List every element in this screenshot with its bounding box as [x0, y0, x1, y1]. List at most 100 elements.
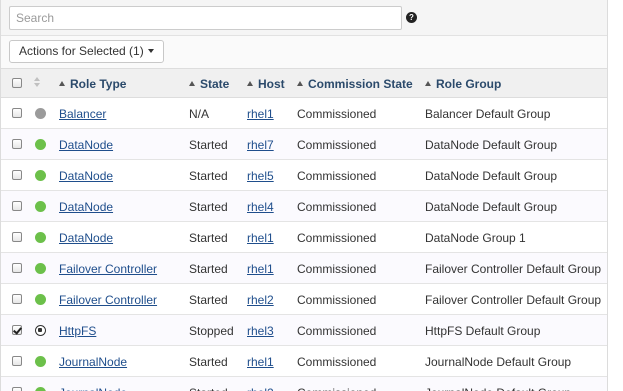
column-header-label: Role Type [70, 77, 127, 91]
actions-for-selected-label: Actions for Selected (1) [19, 44, 144, 58]
good-health-icon [35, 201, 46, 212]
role-group: JournalNode Default Group [425, 355, 572, 369]
role-group: DataNode Default Group [425, 169, 558, 183]
column-header-label: Commission State [308, 77, 413, 91]
role-group: JournalNode Default Group [425, 386, 571, 391]
row-checkbox[interactable] [12, 139, 22, 149]
host-link[interactable]: rhel2 [247, 293, 274, 307]
column-header-state[interactable]: State [189, 77, 229, 91]
role-state: Stopped [189, 324, 234, 338]
commission-state: Commissioned [297, 169, 377, 183]
commission-state: Commissioned [297, 355, 377, 369]
table-row: HttpFS Stopped rhel3 Commissioned HttpFS Def… [1, 315, 607, 346]
row-checkbox[interactable] [12, 108, 22, 118]
commission-state: Commissioned [297, 231, 377, 245]
commission-state: Commissioned [297, 324, 377, 338]
good-health-icon [35, 232, 46, 243]
role-type-link[interactable]: JournalNode [59, 386, 127, 391]
commission-state: Commissioned [297, 200, 377, 214]
table-row: DataNode Started rhel5 Commissioned DataNode… [1, 160, 607, 191]
host-link[interactable]: rhel3 [247, 324, 274, 338]
row-checkbox[interactable] [12, 356, 22, 366]
select-all-checkbox[interactable] [12, 78, 22, 88]
commission-state: Commissioned [297, 107, 377, 121]
role-type-link[interactable]: Failover Controller [59, 262, 157, 276]
column-header-role-type[interactable]: Role Type [59, 77, 126, 91]
actions-for-selected-button[interactable]: Actions for Selected (1) [9, 40, 164, 63]
column-header-commission-state[interactable]: Commission State [297, 77, 413, 91]
table-row: DataNode Started rhel4 Commissioned DataNode… [1, 191, 607, 222]
commission-state: Commissioned [297, 138, 377, 152]
status-sort-icon[interactable] [34, 77, 40, 87]
good-health-icon [35, 387, 46, 391]
sort-icon [297, 80, 303, 86]
column-header-label: Role Group [436, 77, 502, 91]
column-header-role-group[interactable]: Role Group [425, 77, 501, 91]
column-header-label: State [200, 77, 230, 91]
host-link[interactable]: rhel7 [247, 138, 274, 152]
actions-bar: Actions for Selected (1) [1, 36, 607, 68]
unknown-health-icon [35, 108, 46, 119]
role-type-link[interactable]: DataNode [59, 200, 113, 214]
good-health-icon [35, 294, 46, 305]
row-checkbox[interactable] [12, 263, 22, 273]
row-checkbox[interactable] [12, 325, 22, 335]
role-type-link[interactable]: DataNode [59, 169, 113, 183]
host-link[interactable]: rhel1 [247, 231, 274, 245]
caret-down-icon [147, 48, 154, 53]
host-link[interactable]: rhel5 [247, 169, 274, 183]
role-state: Started [189, 355, 228, 369]
search-bar: ? [1, 0, 607, 36]
sort-icon [59, 80, 65, 86]
column-header-host[interactable]: Host [247, 77, 285, 91]
host-link[interactable]: rhel1 [247, 262, 274, 276]
row-checkbox[interactable] [12, 232, 22, 242]
good-health-icon [35, 356, 46, 367]
role-state: Started [189, 293, 228, 307]
table-row: JournalNode Started rhel2 Commissioned Journ… [1, 377, 607, 391]
role-type-link[interactable]: DataNode [59, 231, 113, 245]
search-input[interactable] [9, 6, 402, 30]
sort-icon [425, 80, 431, 86]
role-state: Started [189, 231, 228, 245]
role-state: Started [189, 138, 228, 152]
help-icon[interactable]: ? [406, 12, 417, 23]
table-row: JournalNode Started rhel1 Commissioned Journ… [1, 346, 607, 377]
role-state: Started [189, 386, 228, 391]
good-health-icon [35, 170, 46, 181]
good-health-icon [35, 263, 46, 274]
row-checkbox[interactable] [12, 294, 22, 304]
table-row: DataNode Started rhel1 Commissioned DataNode… [1, 222, 607, 253]
role-group: Failover Controller Default Group [425, 262, 602, 276]
sort-icon [189, 80, 195, 86]
role-state: Started [189, 262, 228, 276]
role-type-link[interactable]: Failover Controller [59, 293, 157, 307]
row-checkbox[interactable] [12, 201, 22, 211]
host-link[interactable]: rhel1 [247, 355, 274, 369]
row-checkbox[interactable] [12, 170, 22, 180]
host-link[interactable]: rhel4 [247, 200, 274, 214]
column-header-label: Host [258, 77, 285, 91]
sort-icon [247, 80, 253, 86]
roles-panel: ? Actions for Selected (1) Role Type Sta… [0, 0, 608, 391]
host-link[interactable]: rhel2 [247, 386, 274, 391]
commission-state: Commissioned [297, 386, 376, 391]
role-group: DataNode Group 1 [425, 231, 526, 245]
role-state: Started [189, 200, 228, 214]
role-type-link[interactable]: DataNode [59, 138, 113, 152]
role-group: DataNode Default Group [425, 200, 558, 214]
good-health-icon [35, 139, 46, 150]
table-header: Role Type State Host Commission State Ro… [1, 68, 607, 98]
row-checkbox[interactable] [12, 387, 22, 391]
role-type-link[interactable]: HttpFS [59, 324, 96, 338]
role-group: Failover Controller Default Group [425, 293, 602, 307]
role-group: HttpFS Default Group [425, 324, 541, 338]
role-state: N/A [189, 107, 210, 121]
role-state: Started [189, 169, 228, 183]
table-row: Failover Controller Started rhel1 Commissio… [1, 253, 607, 284]
commission-state: Commissioned [297, 262, 377, 276]
host-link[interactable]: rhel1 [247, 107, 274, 121]
role-type-link[interactable]: JournalNode [59, 355, 127, 369]
table-row: Balancer N/A rhel1 Commissioned Balancer Def… [1, 98, 607, 129]
role-type-link[interactable]: Balancer [59, 107, 106, 121]
